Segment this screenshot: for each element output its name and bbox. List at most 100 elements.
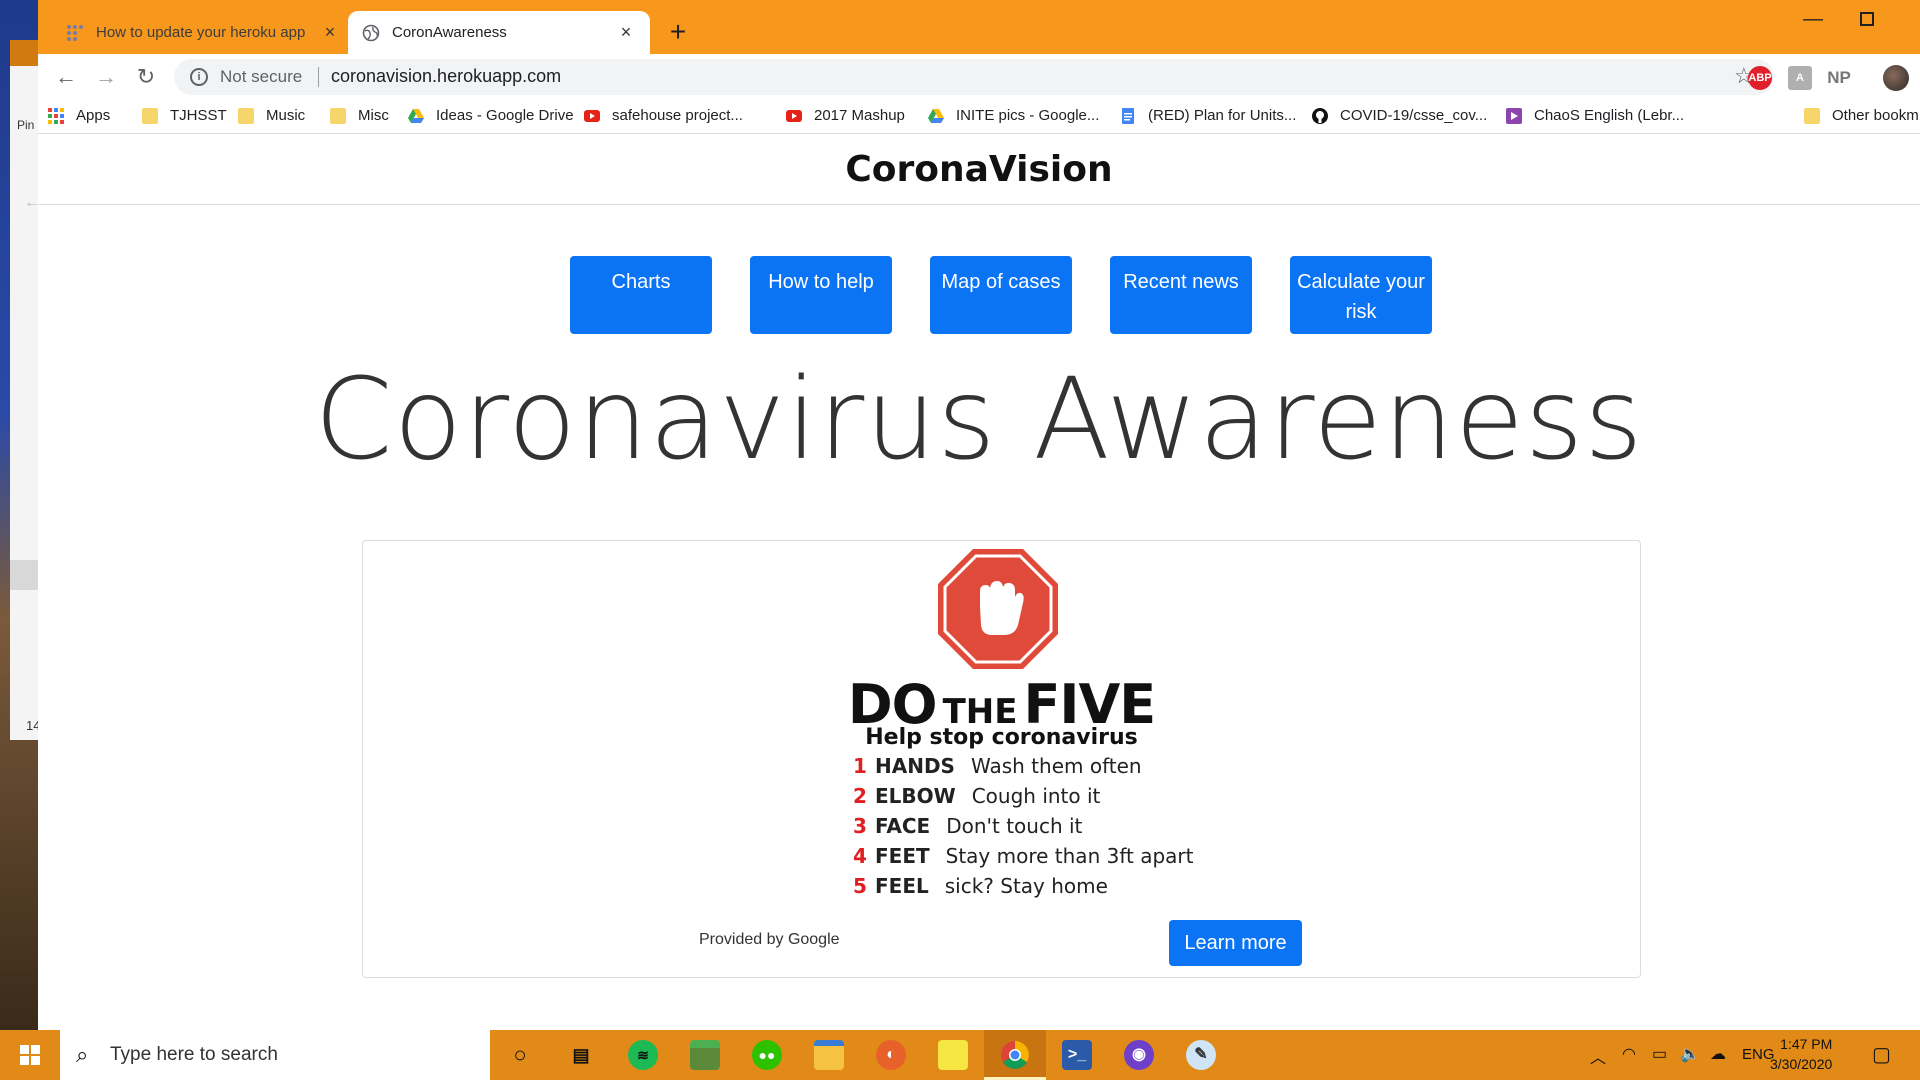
folder-icon [238, 107, 254, 124]
wechat-icon[interactable]: ●● [752, 1040, 782, 1070]
back-arrow-icon[interactable]: ← [52, 63, 80, 91]
list-item: 5 FEEL sick? Stay home [853, 874, 1193, 904]
browser-titlebar: How to update your heroku app × CoronAwa… [38, 0, 1920, 54]
clock[interactable]: 1:47 PM 3/30/2020 [1770, 1034, 1832, 1074]
file-explorer-icon[interactable] [814, 1040, 844, 1070]
google-docs-icon [1122, 107, 1134, 124]
spotify-icon[interactable]: ≋ [628, 1040, 658, 1070]
powershell-icon[interactable]: >_ [1062, 1040, 1092, 1070]
step-text: Don't touch it [946, 814, 1083, 838]
site-title[interactable]: CoronaVision [845, 149, 1112, 190]
tab-heroku-update[interactable]: How to update your heroku app × [52, 11, 354, 54]
hero-heading: Coronavirus Awareness [314, 355, 1644, 485]
desktop-background: Pin ← 14 [0, 0, 40, 1030]
map-of-cases-button[interactable]: Map of cases [930, 256, 1072, 334]
volume-icon[interactable]: 🔈 [1680, 1044, 1700, 1064]
cortana-icon[interactable]: ○ [505, 1040, 535, 1070]
recent-news-button[interactable]: Recent news [1110, 256, 1252, 334]
windows-start-icon[interactable] [0, 1030, 60, 1080]
bookmark-label: ChaoS English (Lebr... [1534, 107, 1685, 124]
step-number: 3 [853, 814, 867, 838]
bookmark-other[interactable]: Other bookm [1804, 107, 1919, 124]
steps-list: 1 HANDS Wash them often 2 ELBOW Cough into i… [853, 754, 1193, 904]
bookmark-label: (RED) Plan for Units... [1148, 107, 1297, 124]
step-number: 5 [853, 874, 867, 898]
step-keyword: FEET [875, 844, 930, 868]
notifications-icon[interactable]: ▢ [1872, 1042, 1891, 1067]
site-header: CoronaVision [38, 135, 1920, 205]
tab-label: How to update your heroku app [96, 24, 306, 41]
sticky-notes-icon[interactable] [938, 1040, 968, 1070]
bookmark-label: COVID-19/csse_cov... [1340, 107, 1488, 124]
forward-arrow-icon[interactable]: → [92, 63, 120, 91]
address-bar[interactable]: i Not secure coronavision.herokuapp.com … [174, 59, 1774, 95]
url-text[interactable]: coronavision.herokuapp.com [331, 66, 561, 87]
bookmark-safehouse[interactable]: safehouse project... [584, 107, 743, 124]
github-desktop-icon[interactable]: ◉ [1124, 1040, 1154, 1070]
web-page: CoronaVision Charts How to help Map of c… [38, 135, 1920, 1030]
tab-label: CoronAwareness [392, 24, 507, 41]
bookmarks-bar: Apps TJHSST Music Misc Ideas - Google Dr… [38, 100, 1920, 134]
search-placeholder: Type here to search [110, 1044, 278, 1065]
bookmark-music[interactable]: Music [238, 107, 305, 124]
how-to-help-button[interactable]: How to help [750, 256, 892, 334]
browser-toolbar: ← → ↻ i Not secure coronavision.herokuap… [38, 54, 1920, 100]
bookmark-ideas-drive[interactable]: Ideas - Google Drive [408, 107, 574, 124]
bookmark-label: Misc [358, 107, 389, 124]
bookmark-red-plan[interactable]: (RED) Plan for Units... [1120, 107, 1296, 124]
youtube-icon [786, 109, 802, 122]
step-text: Wash them often [970, 754, 1142, 778]
profile-avatar[interactable] [1883, 65, 1909, 91]
do-the-five-card: DO THE FIVE Help stop coronavirus 1 HANDS Wa… [362, 540, 1641, 978]
desktop-window-edge-gray [10, 560, 40, 590]
step-text: Cough into it [971, 784, 1101, 808]
tab-close-icon[interactable]: × [320, 22, 340, 43]
battery-icon[interactable]: ▭ [1652, 1044, 1667, 1064]
folder-icon [142, 107, 158, 124]
bookmark-apps[interactable]: Apps [48, 107, 110, 124]
bookmark-2017-mashup[interactable]: 2017 Mashup [786, 107, 905, 124]
charts-button[interactable]: Charts [570, 256, 712, 334]
dots-grid-icon [67, 24, 83, 41]
bookmark-chaos-english[interactable]: ChaoS English (Lebr... [1506, 107, 1684, 124]
tab-coronawareness[interactable]: CoronAwareness × [348, 11, 650, 54]
bookmark-label: INITE pics - Google... [956, 107, 1100, 124]
info-icon[interactable]: i [190, 68, 208, 86]
reload-icon[interactable]: ↻ [132, 63, 160, 91]
help-stop-coronavirus-text: Help stop coronavirus [865, 725, 1138, 750]
bookmark-covid-github[interactable]: COVID-19/csse_cov... [1312, 107, 1487, 124]
bookmark-label: safehouse project... [612, 107, 743, 124]
bookmark-misc[interactable]: Misc [330, 107, 389, 124]
firefox-icon[interactable]: ◐ [876, 1040, 906, 1070]
chrome-icon[interactable] [1000, 1040, 1030, 1070]
wifi-icon[interactable]: ◠ [1622, 1044, 1636, 1064]
security-label: Not secure [220, 67, 303, 86]
list-item: 2 ELBOW Cough into it [853, 784, 1193, 814]
minimize-window-button[interactable]: — [1803, 8, 1823, 31]
google-drive-icon [408, 108, 424, 123]
bookmark-inite-pics[interactable]: INITE pics - Google... [928, 107, 1099, 124]
extension-icon[interactable]: A [1788, 66, 1812, 90]
google-drive-icon [928, 108, 944, 123]
step-text: sick? Stay home [944, 874, 1108, 898]
list-item: 3 FACE Don't touch it [853, 814, 1193, 844]
minecraft-icon[interactable] [690, 1040, 720, 1070]
taskbar: ⌕ Type here to search ○ ▤ ≋ ●● ◐ >_ ◉ ✎ … [0, 1030, 1920, 1080]
chevron-up-icon[interactable]: ︿ [1590, 1044, 1606, 1068]
taskbar-search-input[interactable]: ⌕ Type here to search [60, 1030, 490, 1080]
task-view-icon[interactable]: ▤ [566, 1040, 596, 1070]
calculate-risk-button[interactable]: Calculate your risk [1290, 256, 1432, 334]
maximize-window-button[interactable] [1860, 12, 1874, 26]
bookmark-tjhsst[interactable]: TJHSST [142, 107, 227, 124]
step-number: 1 [853, 754, 867, 778]
desktop-window-strip [10, 40, 40, 66]
tab-close-icon[interactable]: × [616, 22, 636, 43]
paint-icon[interactable]: ✎ [1186, 1040, 1216, 1070]
globe-icon [362, 24, 380, 41]
cloud-icon[interactable]: ☁ [1710, 1044, 1726, 1064]
step-keyword: ELBOW [875, 784, 956, 808]
new-tab-button[interactable]: + [660, 14, 696, 50]
np-extension-icon[interactable]: NP [1824, 66, 1854, 90]
learn-more-button[interactable]: Learn more [1169, 920, 1302, 966]
adblock-extension-icon[interactable]: ABP [1748, 66, 1772, 90]
